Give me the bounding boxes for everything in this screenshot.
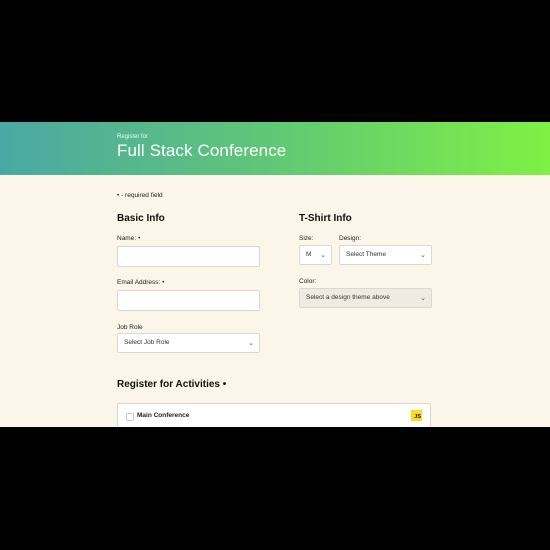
main-conference-checkbox[interactable] xyxy=(126,413,134,421)
email-field[interactable] xyxy=(117,290,260,311)
chevron-down-icon: ⌄ xyxy=(420,295,426,302)
registration-page: Register for Full Stack Conference • - r… xyxy=(0,122,550,427)
color-selected: Select a design theme above xyxy=(306,294,390,301)
color-label: Color: xyxy=(299,278,317,285)
header-banner: Register for Full Stack Conference xyxy=(0,122,550,175)
basic-info-heading: Basic Info xyxy=(117,213,165,224)
activities-list: Main Conference JS xyxy=(117,403,431,427)
size-select[interactable]: M ⌄ xyxy=(299,245,332,265)
chevron-down-icon: ⌄ xyxy=(248,340,254,347)
design-label: Design: xyxy=(339,235,362,242)
job-role-label: Job Role xyxy=(117,324,143,331)
activities-heading: Register for Activities • xyxy=(117,379,227,390)
job-role-selected: Select Job Role xyxy=(124,339,170,346)
size-label: Size: xyxy=(299,235,314,242)
header-subtitle: Register for xyxy=(117,134,149,140)
size-selected: M xyxy=(306,251,312,258)
chevron-down-icon: ⌄ xyxy=(420,252,426,259)
design-select[interactable]: Select Theme ⌄ xyxy=(339,245,432,265)
email-label: Email Address: • xyxy=(117,279,165,286)
job-role-select[interactable]: Select Job Role ⌄ xyxy=(117,333,260,353)
name-field[interactable] xyxy=(117,246,260,267)
chevron-down-icon: ⌄ xyxy=(320,252,326,259)
activity-label: Main Conference xyxy=(137,412,190,419)
color-select[interactable]: Select a design theme above ⌄ xyxy=(299,288,432,308)
required-field-note: • - required field xyxy=(117,192,163,199)
name-label: Name: • xyxy=(117,235,141,242)
tshirt-info-heading: T-Shirt Info xyxy=(299,213,352,224)
design-selected: Select Theme xyxy=(346,251,386,258)
js-icon: JS xyxy=(411,410,422,421)
page-title: Full Stack Conference xyxy=(117,141,287,160)
